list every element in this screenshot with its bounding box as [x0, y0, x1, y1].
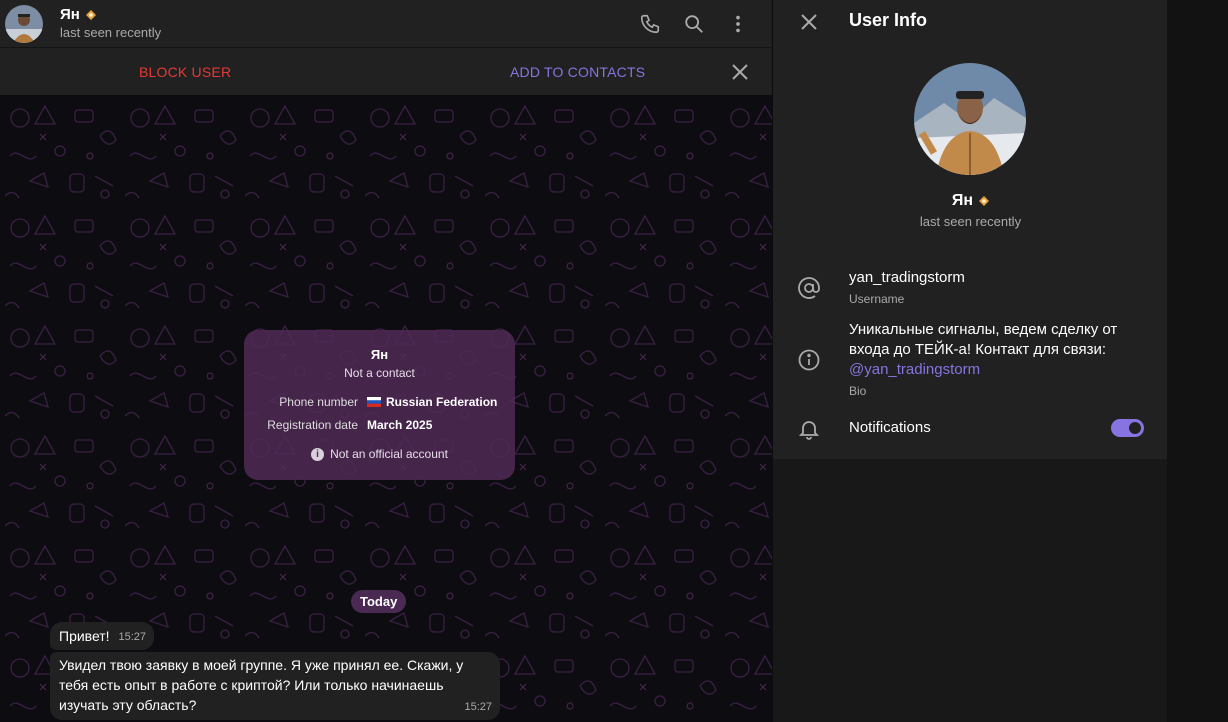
- contact-info-card: Ян Not a contact Phone number Russian Fe…: [244, 330, 515, 480]
- chat-title: Ян: [60, 6, 80, 23]
- close-icon[interactable]: [797, 10, 821, 34]
- date-divider: Today: [351, 590, 407, 613]
- phone-value: Russian Federation: [367, 395, 497, 409]
- card-subtitle: Not a contact: [344, 366, 415, 380]
- chat-area: Ян last seen recently BLOCK USER ADD TO …: [0, 0, 772, 722]
- russia-flag-icon: [367, 397, 381, 407]
- bio-label: Bio: [849, 384, 867, 398]
- bio-text: Уникальные сигналы, ведем сделку от вход…: [849, 321, 1118, 358]
- panel-title: User Info: [849, 10, 928, 30]
- message-time: 15:27: [118, 631, 146, 643]
- at-sign-icon: [797, 276, 821, 300]
- add-to-contacts-button[interactable]: ADD TO CONTACTS: [510, 64, 645, 80]
- toggle-knob: [1127, 420, 1143, 436]
- contact-action-bar: BLOCK USER ADD TO CONTACTS: [0, 48, 772, 96]
- registration-label: Registration date: [267, 418, 358, 432]
- registration-value: March 2025: [367, 418, 433, 432]
- info-circle-icon: [797, 348, 821, 372]
- chat-header-info[interactable]: Ян last seen recently: [60, 6, 161, 41]
- more-vertical-icon[interactable]: [716, 2, 760, 46]
- bio-link[interactable]: @yan_tradingstorm: [849, 361, 980, 378]
- premium-star-icon: [85, 10, 96, 20]
- username-label: Username: [849, 292, 905, 306]
- message-bubble[interactable]: Увидел твою заявку в моей группе. Я уже …: [50, 652, 500, 720]
- official-notice-text: Not an official account: [330, 447, 448, 461]
- message-bubble[interactable]: Привет! 15:27: [50, 622, 154, 650]
- user-info-content: User Info Ян last seen recently yan_trad…: [773, 0, 1168, 459]
- profile-photo[interactable]: [914, 63, 1026, 175]
- info-icon: i: [311, 447, 325, 461]
- bio-value[interactable]: Уникальные сигналы, ведем сделку от вход…: [849, 320, 1149, 380]
- profile-name-row: Ян: [773, 192, 1168, 210]
- chat-header: Ян last seen recently: [0, 0, 772, 48]
- window-gutter: [1167, 0, 1228, 722]
- username-value[interactable]: yan_tradingstorm: [849, 268, 965, 288]
- chat-status: last seen recently: [60, 25, 162, 40]
- message-text: Привет!: [59, 628, 110, 644]
- phone-country: Russian Federation: [386, 395, 498, 409]
- profile-name: Ян: [951, 192, 974, 209]
- message-text: Увидел твою заявку в моей группе. Я уже …: [59, 657, 464, 713]
- avatar[interactable]: [5, 4, 43, 43]
- profile-status: last seen recently: [919, 214, 1022, 229]
- phone-label: Phone number: [279, 395, 358, 409]
- telegram-app: Ян last seen recently BLOCK USER ADD TO …: [0, 0, 1228, 722]
- official-notice: i Not an official account: [244, 447, 515, 461]
- notifications-label: Notifications: [849, 419, 931, 436]
- block-user-button[interactable]: BLOCK USER: [139, 64, 231, 80]
- header-actions: [628, 2, 772, 46]
- message-time: 15:27: [464, 701, 492, 713]
- bell-icon: [797, 417, 821, 441]
- premium-star-icon: [979, 196, 990, 206]
- close-icon[interactable]: [728, 60, 752, 84]
- notifications-toggle[interactable]: [1111, 419, 1144, 437]
- user-info-panel: User Info Ян last seen recently yan_trad…: [772, 0, 1168, 722]
- search-icon[interactable]: [672, 2, 716, 46]
- phone-icon[interactable]: [628, 2, 672, 46]
- card-name: Ян: [370, 347, 389, 362]
